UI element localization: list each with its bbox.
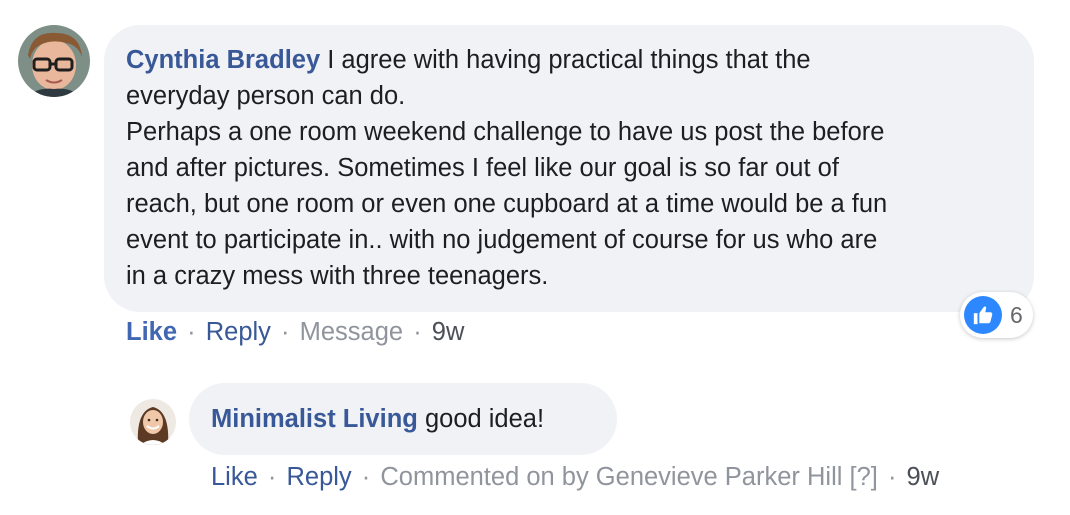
message-button[interactable]: Message: [300, 318, 403, 346]
separator: ·: [361, 463, 371, 491]
thumbs-up-icon: [964, 296, 1002, 334]
comment-first-line: Cynthia Bradley I agree with having prac…: [126, 42, 1012, 78]
comment-text-line: event to participate in.. with no judgem…: [126, 226, 878, 254]
reply-timestamp[interactable]: 9w: [907, 463, 940, 491]
reply-bubble: Minimalist Living good idea!: [189, 383, 617, 455]
separator: ·: [413, 318, 422, 346]
comment-text-line: in a crazy mess with three teenagers.: [126, 262, 549, 290]
reply-text: good idea!: [424, 405, 545, 433]
comment-author[interactable]: Cynthia Bradley: [126, 46, 320, 74]
comment-text-line: reach, but one room or even one cupboard…: [126, 190, 888, 218]
reply-avatar[interactable]: [130, 399, 176, 445]
reply-author[interactable]: Minimalist Living: [211, 405, 418, 433]
comment-bubble: Cynthia Bradley I agree with having prac…: [104, 25, 1034, 312]
commenter-avatar[interactable]: [18, 25, 90, 97]
commented-on-by-label: Commented on by Genevieve Parker Hill: [380, 463, 843, 491]
reply-like-button[interactable]: Like: [211, 463, 258, 491]
separator: ·: [187, 318, 196, 346]
separator: ·: [281, 318, 290, 346]
like-button[interactable]: Like: [126, 318, 177, 346]
reply-reply-button[interactable]: Reply: [286, 463, 351, 491]
reply-actions: Like · Reply · Commented on by Genevieve…: [211, 463, 939, 492]
comment-timestamp[interactable]: 9w: [432, 318, 465, 346]
reaction-count: 6: [1010, 301, 1023, 328]
reply-button[interactable]: Reply: [206, 318, 271, 346]
comment-text-line: and after pictures. Sometimes I feel lik…: [126, 154, 839, 182]
separator: ·: [887, 463, 897, 491]
comment-actions: Like · Reply · Message · 9w: [126, 318, 464, 347]
reactions-badge[interactable]: 6: [960, 292, 1033, 338]
separator: ·: [267, 463, 277, 491]
help-link[interactable]: [?]: [850, 463, 878, 491]
comment-text-line: everyday person can do.: [126, 82, 406, 110]
comment-text-line: I agree with having practical things tha…: [327, 46, 811, 74]
comment-text-line: Perhaps a one room weekend challenge to …: [126, 118, 885, 146]
